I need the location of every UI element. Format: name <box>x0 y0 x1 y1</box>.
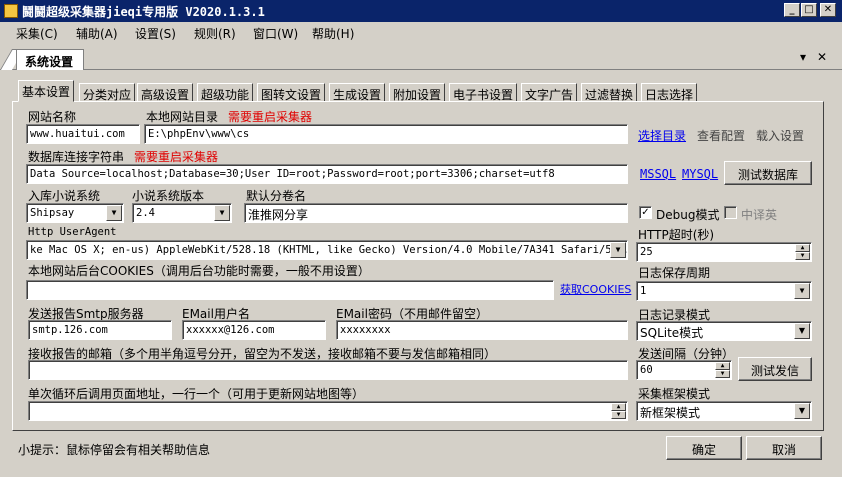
http-timeout-value: 25 <box>640 246 653 258</box>
loop-url-label: 单次循环后调用页面地址，一行一个（可用于更新网站地图等） <box>28 387 365 401</box>
cancel-button[interactable]: 取消 <box>746 436 822 460</box>
title-bar: 鬪鬪超级采集器jieqi专用版 V2020.1.3.1 _ □ ✕ <box>0 0 842 22</box>
chevron-down-icon[interactable]: ▼ <box>610 242 626 258</box>
scroll-up-icon[interactable]: ▲ <box>611 403 626 411</box>
db-conn-label: 数据库连接字符串 <box>28 150 125 164</box>
maximize-button[interactable]: □ <box>801 3 817 17</box>
doc-dropdown-icon[interactable]: ▾ <box>800 50 806 64</box>
db-conn-restart-note: 需要重启采集器 <box>134 150 219 164</box>
help-tip: 小提示：鼠标停留会有相关帮助信息 <box>18 443 211 457</box>
http-timeout-spinner[interactable]: 25 ▲ ▼ <box>636 242 812 262</box>
send-interval-spinner[interactable]: 60 ▲ ▼ <box>636 360 732 380</box>
local-dir-restart-note: 需要重启采集器 <box>228 110 313 124</box>
tab-ebook[interactable]: 电子书设置 <box>449 83 518 102</box>
user-agent-value: ke Mac OS X; en-us) AppleWebKit/528.18 (… <box>30 244 628 256</box>
novel-system-value: Shipsay <box>30 207 75 219</box>
scroll-down-icon[interactable]: ▼ <box>611 411 626 419</box>
spin-up-icon[interactable]: ▲ <box>795 244 810 252</box>
tab-filter-replace[interactable]: 过滤替换 <box>581 83 638 102</box>
send-interval-value: 60 <box>640 364 653 376</box>
tab-category-map[interactable]: 分类对应 <box>79 83 136 102</box>
chevron-down-icon[interactable]: ▼ <box>106 205 122 221</box>
mysql-link[interactable]: MYSQL <box>682 167 718 181</box>
menu-help[interactable]: 帮助(H) <box>312 25 354 42</box>
novel-version-select[interactable]: 2.4 ▼ <box>132 203 232 223</box>
frame-mode-select[interactable]: 新框架模式 ▼ <box>636 401 812 421</box>
app-icon <box>4 4 18 18</box>
log-keep-value: 1 <box>640 285 647 297</box>
mssql-link[interactable]: MSSQL <box>640 167 676 181</box>
smtp-input[interactable]: smtp.126.com <box>28 320 172 340</box>
site-name-input[interactable]: www.huaitui.com <box>26 124 140 144</box>
document-tab-strip: 系统设置 ▾ ✕ <box>0 44 842 70</box>
chevron-down-icon[interactable]: ▼ <box>794 403 810 419</box>
http-timeout-label: HTTP超时(秒) <box>638 228 715 242</box>
chevron-down-icon[interactable]: ▼ <box>214 205 230 221</box>
load-settings-link[interactable]: 载入设置 <box>756 127 804 144</box>
local-dir-input[interactable]: E:\phpEnv\www\cs <box>144 124 628 144</box>
site-name-label: 网站名称 <box>28 110 77 124</box>
cookies-label: 本地网站后台COOKIES（调用后台功能时需要，一般不用设置） <box>28 264 370 278</box>
menu-settings[interactable]: 设置(S) <box>135 25 176 42</box>
window-title: 鬪鬪超级采集器jieqi专用版 V2020.1.3.1 <box>22 5 265 19</box>
novel-version-value: 2.4 <box>136 207 155 219</box>
chevron-down-icon[interactable]: ▼ <box>794 283 810 299</box>
local-dir-label: 本地网站目录 <box>146 110 219 124</box>
debug-checkbox[interactable]: ✓ <box>639 206 652 219</box>
zh-en-checkbox <box>724 206 737 219</box>
menu-bar: 采集(C) 辅助(A) 设置(S) 规则(R) 窗口(W) 帮助(H) <box>0 22 842 44</box>
recv-mail-input[interactable] <box>28 360 628 380</box>
loop-url-textarea[interactable]: ▲ ▼ <box>28 401 628 421</box>
tab-image-to-text[interactable]: 图转文设置 <box>257 83 326 102</box>
tab-text-ads[interactable]: 文字广告 <box>521 83 578 102</box>
user-agent-select[interactable]: ke Mac OS X; en-us) AppleWebKit/528.18 (… <box>26 240 628 260</box>
tab-extra[interactable]: 附加设置 <box>389 83 446 102</box>
doc-close-icon[interactable]: ✕ <box>817 50 827 64</box>
test-send-button[interactable]: 测试发信 <box>738 357 812 381</box>
close-window-button[interactable]: ✕ <box>820 3 836 17</box>
menu-collect[interactable]: 采集(C) <box>16 25 58 42</box>
minimize-button[interactable]: _ <box>784 3 800 17</box>
novel-system-select[interactable]: Shipsay ▼ <box>26 203 124 223</box>
log-mode-value: SQLite模式 <box>640 326 704 340</box>
spin-down-icon[interactable]: ▼ <box>795 252 810 260</box>
default-volume-input[interactable]: 淮推网分享 <box>244 203 628 223</box>
novel-version-label: 小说系统版本 <box>132 189 205 203</box>
menu-assist[interactable]: 辅助(A) <box>76 25 118 42</box>
tab-advanced[interactable]: 高级设置 <box>137 83 194 102</box>
tab-generate[interactable]: 生成设置 <box>329 83 386 102</box>
get-cookies-link[interactable]: 获取COOKIES <box>560 281 631 297</box>
email-user-input[interactable]: xxxxxx@126.com <box>182 320 326 340</box>
log-keep-label: 日志保存周期 <box>638 266 711 280</box>
spin-up-icon[interactable]: ▲ <box>715 362 730 370</box>
debug-label: Debug模式 <box>656 208 720 222</box>
menu-window[interactable]: 窗口(W) <box>253 25 298 42</box>
spin-down-icon[interactable]: ▼ <box>715 370 730 378</box>
tab-super-functions[interactable]: 超级功能 <box>197 83 254 102</box>
chevron-down-icon[interactable]: ▼ <box>794 323 810 339</box>
user-agent-label: Http UserAgent <box>28 226 117 238</box>
frame-mode-label: 采集框架模式 <box>638 387 711 401</box>
email-pass-input[interactable]: xxxxxxxx <box>336 320 628 340</box>
db-conn-input[interactable]: Data Source=localhost;Database=30;User I… <box>26 164 628 184</box>
tab-log-select[interactable]: 日志选择 <box>641 83 698 102</box>
novel-system-label: 入库小说系统 <box>28 189 101 203</box>
frame-mode-value: 新框架模式 <box>640 406 701 420</box>
default-volume-label: 默认分卷名 <box>246 189 307 203</box>
choose-dir-link[interactable]: 选择目录 <box>638 127 686 144</box>
log-mode-select[interactable]: SQLite模式 ▼ <box>636 321 812 341</box>
zh-en-label: 中译英 <box>741 208 778 222</box>
menu-rules[interactable]: 规则(R) <box>194 25 236 42</box>
test-db-button[interactable]: 测试数据库 <box>724 161 812 185</box>
ok-button[interactable]: 确定 <box>666 436 742 460</box>
cookies-input[interactable] <box>26 280 554 300</box>
tab-basic-settings[interactable]: 基本设置 <box>18 80 75 102</box>
log-keep-select[interactable]: 1 ▼ <box>636 281 812 301</box>
view-config-link[interactable]: 查看配置 <box>697 127 745 144</box>
doc-tab-system-settings[interactable]: 系统设置 <box>16 49 84 70</box>
